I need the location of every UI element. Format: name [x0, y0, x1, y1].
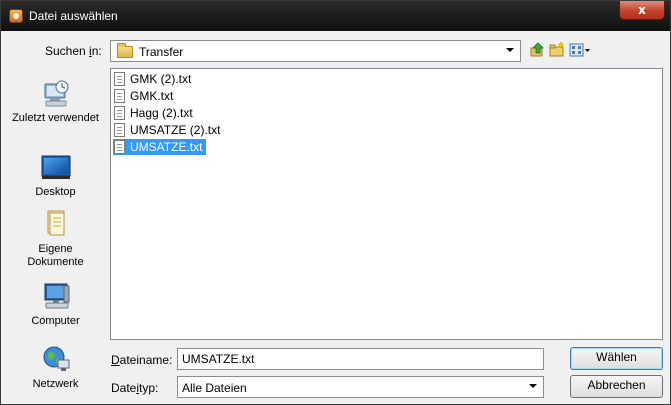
filetype-value: Alle Dateien: [182, 381, 247, 395]
place-network[interactable]: Netzwerk: [10, 344, 101, 391]
chevron-down-icon: [529, 384, 537, 388]
place-recent[interactable]: Zuletzt verwendet: [10, 78, 101, 125]
computer-icon: [40, 281, 72, 311]
file-name: Hagg (2).txt: [130, 106, 193, 120]
window-title: Datei auswählen: [29, 9, 118, 23]
network-icon: [40, 344, 72, 374]
file-item[interactable]: UMSATZE (2).txt: [113, 122, 224, 138]
place-desktop[interactable]: Desktop: [10, 152, 101, 199]
place-documents[interactable]: Eigene Dokumente: [10, 209, 101, 269]
text-file-icon: [114, 89, 125, 103]
title-bar[interactable]: Datei auswählen x: [1, 1, 670, 31]
place-label-documents: Eigene Dokumente: [27, 243, 84, 268]
filetype-label: Dateityp:: [111, 381, 158, 395]
lookin-value: Transfer: [139, 45, 184, 59]
desktop-icon: [40, 152, 72, 182]
file-name: UMSATZE.txt: [130, 140, 203, 154]
up-folder-icon[interactable]: [529, 42, 545, 58]
filetype-label-prefix: Date: [111, 381, 137, 395]
file-item-selected[interactable]: UMSATZE.txt: [113, 139, 207, 155]
filename-label: Dateiname:: [111, 353, 172, 367]
filename-label-hotkey: D: [111, 353, 120, 367]
file-name: GMK (2).txt: [130, 72, 192, 86]
file-item[interactable]: GMK (2).txt: [113, 71, 195, 87]
place-label-recent: Zuletzt verwendet: [12, 112, 99, 124]
app-icon: [9, 9, 23, 23]
place-label-desktop: Desktop: [35, 186, 76, 198]
file-name: GMK.txt: [130, 89, 174, 103]
documents-icon: [40, 209, 72, 239]
place-computer[interactable]: Computer: [10, 281, 101, 328]
file-name: UMSATZE (2).txt: [130, 123, 221, 137]
text-file-icon: [114, 123, 125, 137]
recent-places-icon: [40, 78, 72, 108]
file-item[interactable]: GMK.txt: [113, 88, 177, 104]
lookin-dropdown[interactable]: Transfer: [110, 40, 521, 62]
chevron-down-icon: [506, 48, 514, 52]
places-bar: Zuletzt verwendet Desktop Eigene Dokumen…: [10, 68, 101, 400]
place-label-network: Netzwerk: [32, 378, 79, 390]
text-file-icon: [114, 140, 125, 154]
select-button[interactable]: Wählen: [570, 347, 663, 370]
filetype-label-suffix: typ:: [139, 381, 159, 395]
lookin-label-suffix: n:: [91, 44, 102, 58]
file-item[interactable]: Hagg (2).txt: [113, 105, 197, 121]
view-menu-icon[interactable]: [569, 42, 591, 58]
file-dialog: Datei auswählen x Suchen in: Transfer Zu…: [0, 0, 671, 405]
text-file-icon: [114, 72, 125, 86]
text-file-icon: [114, 106, 125, 120]
filename-label-rest: ateiname:: [119, 353, 173, 367]
close-button[interactable]: x: [619, 1, 665, 20]
file-list[interactable]: GMK (2).txt GMK.txt Hagg (2).txt UMSATZE…: [110, 68, 663, 340]
filetype-dropdown[interactable]: Alle Dateien: [177, 376, 544, 398]
place-label-computer: Computer: [31, 315, 80, 327]
filename-input[interactable]: UMSATZE.txt: [177, 348, 544, 370]
folder-icon: [117, 43, 133, 58]
lookin-label-prefix: Suchen: [45, 44, 90, 58]
cancel-button[interactable]: Abbrechen: [570, 375, 663, 398]
lookin-label: Suchen in:: [45, 44, 102, 58]
new-folder-icon[interactable]: [549, 41, 565, 58]
